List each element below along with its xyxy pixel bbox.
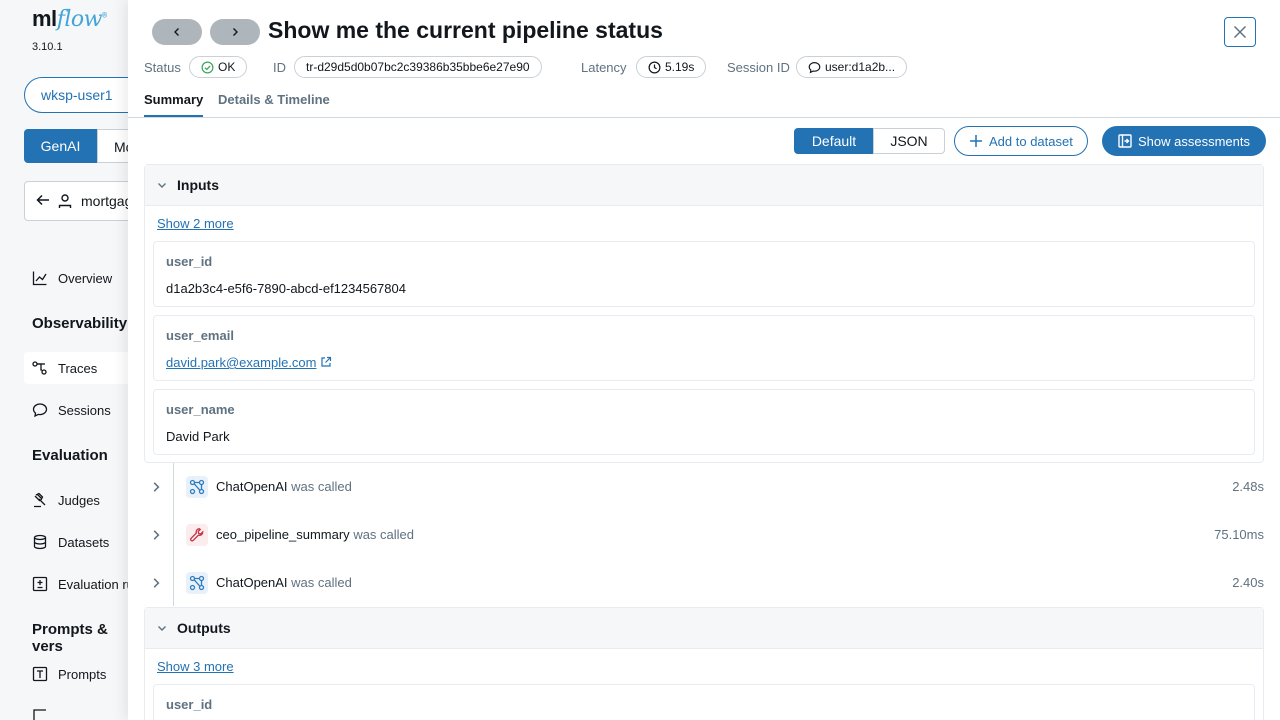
span-row[interactable]: ceo_pipeline_summary was called 75.10ms: [144, 511, 1264, 559]
status-label: Status: [144, 60, 181, 75]
inputs-show-more-link[interactable]: Show 2 more: [157, 216, 234, 231]
trace-id-tag[interactable]: tr-d29d5d0b07bc2c39386b35bbe6e27e90: [294, 56, 542, 78]
outputs-header[interactable]: Outputs: [145, 608, 1263, 649]
session-id-tag[interactable]: user:d1a2b...: [796, 56, 908, 78]
input-field-user-email: user_email david.park@example.com: [153, 315, 1255, 381]
llm-network-icon: [186, 572, 208, 594]
sidebar: mlflow® 3.10.1 wksp-user1 GenAI Mc mortg…: [0, 0, 128, 720]
plus-minus-box-icon: [32, 576, 48, 592]
inputs-section: Inputs Show 2 more user_id d1a2b3c4-e5f6…: [144, 164, 1264, 463]
span-duration: 2.48s: [1232, 479, 1264, 494]
status-badge: OK: [189, 56, 248, 78]
sidebar-item-judges[interactable]: Judges: [24, 484, 128, 516]
chevron-down-icon: [158, 626, 166, 631]
previous-trace-button[interactable]: [152, 19, 202, 45]
next-trace-button[interactable]: [210, 19, 260, 45]
version-label: 3.10.1: [32, 41, 63, 53]
span-duration: 2.40s: [1232, 575, 1264, 590]
llm-network-icon: [186, 476, 208, 498]
workspace-selector[interactable]: wksp-user1: [24, 77, 128, 113]
input-field-user-id: user_id d1a2b3c4-e5f6-7890-abcd-ef123456…: [153, 241, 1255, 307]
session-id-label: Session ID: [727, 60, 790, 75]
external-link-icon: [321, 356, 332, 367]
output-field-user-id: user_id: [153, 684, 1255, 720]
close-button[interactable]: [1224, 17, 1256, 47]
chevron-right-icon[interactable]: [150, 577, 162, 589]
add-to-dataset-button[interactable]: Add to dataset: [954, 126, 1088, 156]
input-field-user-name: user_name David Park: [153, 389, 1255, 455]
text-box-icon: [32, 666, 48, 682]
mode-genai-button[interactable]: GenAI: [24, 129, 97, 163]
beaker-icon: [58, 193, 72, 212]
speech-bubble-icon: [32, 403, 48, 418]
trace-detail-drawer: Show me the current pipeline status Stat…: [128, 0, 1280, 720]
experiment-selector[interactable]: mortgag: [24, 181, 128, 221]
chevron-right-icon[interactable]: [150, 481, 162, 493]
chart-line-icon: [32, 271, 47, 286]
email-link[interactable]: david.park@example.com: [166, 355, 332, 370]
section-prompts: Prompts & vers: [32, 621, 108, 655]
span-row[interactable]: ChatOpenAI was called 2.48s: [144, 463, 1264, 511]
sidebar-item-prompts[interactable]: Prompts: [24, 658, 128, 690]
database-icon: [33, 534, 47, 550]
latency-tag: 5.19s: [636, 56, 707, 78]
clock-icon: [648, 61, 661, 73]
check-circle-icon: [201, 61, 214, 73]
id-label: ID: [273, 60, 286, 75]
experiment-name: mortgag: [81, 193, 128, 209]
chevron-left-icon: [174, 28, 179, 36]
span-row[interactable]: ChatOpenAI was called 2.40s: [144, 559, 1264, 607]
sidebar-item-sessions[interactable]: Sessions: [24, 394, 128, 426]
section-evaluation: Evaluation: [32, 447, 108, 464]
assessments-panel-icon: [1118, 134, 1132, 148]
close-icon: [1233, 25, 1247, 39]
inputs-header[interactable]: Inputs: [145, 165, 1263, 206]
outputs-section: Outputs Show 3 more user_id: [144, 607, 1264, 720]
tab-summary[interactable]: Summary: [144, 92, 204, 117]
mlflow-logo[interactable]: mlflow®: [32, 6, 107, 32]
view-default-toggle[interactable]: Default: [794, 128, 874, 154]
section-observability: Observability: [32, 315, 128, 332]
show-assessments-button[interactable]: Show assessments: [1102, 126, 1266, 156]
chevron-right-icon[interactable]: [150, 529, 162, 541]
outputs-show-more-link[interactable]: Show 3 more: [157, 659, 234, 674]
gavel-icon: [34, 492, 46, 508]
sidebar-item-traces[interactable]: Traces: [24, 352, 128, 384]
plus-icon: [970, 135, 982, 147]
sidebar-item-partial[interactable]: [24, 700, 128, 720]
latency-label: Latency: [581, 60, 627, 75]
mode-ml-button[interactable]: Mc: [97, 129, 128, 163]
sidebar-item-datasets[interactable]: Datasets: [24, 526, 128, 558]
tab-details-timeline[interactable]: Details & Timeline: [218, 92, 330, 117]
sidebar-item-evaluation-runs[interactable]: Evaluation ru: [24, 568, 128, 600]
span-duration: 75.10ms: [1214, 527, 1264, 542]
chevron-down-icon: [158, 183, 166, 188]
sidebar-item-overview[interactable]: Overview: [24, 262, 128, 294]
branch-icon: [33, 709, 46, 720]
arrow-left-icon[interactable]: [35, 192, 51, 211]
speech-bubble-icon: [808, 61, 821, 73]
view-json-toggle[interactable]: JSON: [873, 128, 945, 154]
tab-divider: [128, 117, 1280, 118]
page-title: Show me the current pipeline status: [268, 17, 663, 43]
chevron-right-icon: [233, 28, 238, 36]
traces-icon: [32, 361, 47, 375]
tool-wrench-icon: [186, 524, 208, 546]
